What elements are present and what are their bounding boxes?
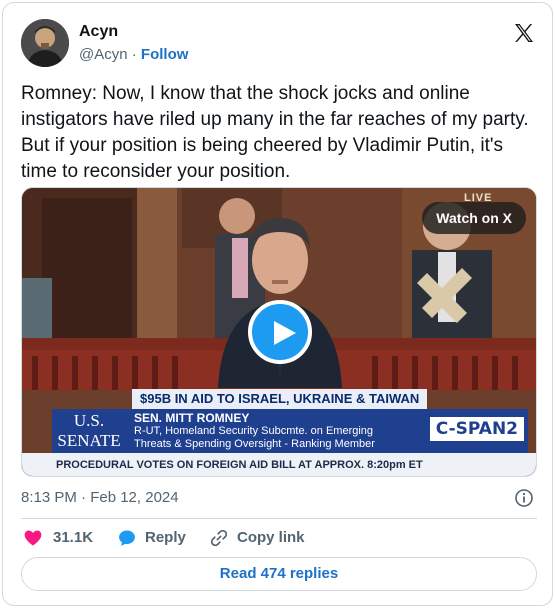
copy-link-button[interactable]: Copy link: [209, 526, 309, 550]
divider: [21, 518, 537, 519]
reply-button[interactable]: Reply: [117, 526, 189, 550]
senate-line1: U.S.: [73, 411, 105, 430]
handle-row: @Acyn · Follow: [79, 46, 188, 63]
like-count: 31.1K: [53, 529, 94, 546]
watch-on-x-button[interactable]: Watch on X: [422, 202, 526, 234]
avatar-image: [21, 19, 69, 67]
read-replies-button[interactable]: Read 474 replies: [21, 557, 537, 591]
follow-button[interactable]: Follow: [141, 46, 189, 63]
network-logo: C-SPAN2: [429, 417, 524, 441]
reply-label: Reply: [145, 529, 186, 546]
chyron-body: U.S. SENATE SEN. MITT ROMNEY R-UT, Homel…: [52, 409, 528, 453]
senate-logo: U.S. SENATE: [56, 411, 122, 451]
tweet-text: Romney: Now, I know that the shock jocks…: [21, 83, 529, 182]
speaker-info: SEN. MITT ROMNEY R-UT, Homeland Security…: [134, 411, 434, 451]
handle-separator: ·: [131, 46, 137, 63]
author-handle[interactable]: @Acyn: [79, 46, 128, 63]
tweet-timestamp[interactable]: 8:13 PM · Feb 12, 2024: [21, 489, 179, 506]
senate-line2: SENATE: [57, 431, 121, 450]
speaker-name: SEN. MITT ROMNEY: [134, 411, 250, 425]
chyron-headline: $95B IN AID TO ISRAEL, UKRAINE & TAIWAN: [132, 389, 428, 409]
avatar[interactable]: [21, 19, 69, 67]
news-ticker: PROCEDURAL VOTES ON FOREIGN AID BILL AT …: [22, 453, 536, 476]
play-icon: [274, 321, 296, 345]
speaker-desc-1: R-UT, Homeland Security Subcmte. on Emer…: [134, 425, 374, 437]
play-button[interactable]: [248, 300, 312, 364]
link-icon: [210, 529, 228, 547]
speaker-desc-2: Threats & Spending Oversight - Ranking M…: [134, 438, 375, 450]
copy-link-label: Copy link: [237, 529, 305, 546]
author-name[interactable]: Acyn: [79, 23, 118, 41]
like-button[interactable]: 31.1K: [23, 526, 93, 550]
x-logo-icon[interactable]: [512, 21, 536, 45]
video-player[interactable]: LIVE Watch on X $95B IN AID TO ISRAEL, U…: [21, 187, 537, 477]
tweet-card: Acyn @Acyn · Follow Romney: Now, I know …: [2, 2, 553, 606]
heart-icon: [24, 530, 42, 546]
info-icon[interactable]: [514, 488, 534, 508]
reply-bubble-icon: [119, 530, 135, 546]
